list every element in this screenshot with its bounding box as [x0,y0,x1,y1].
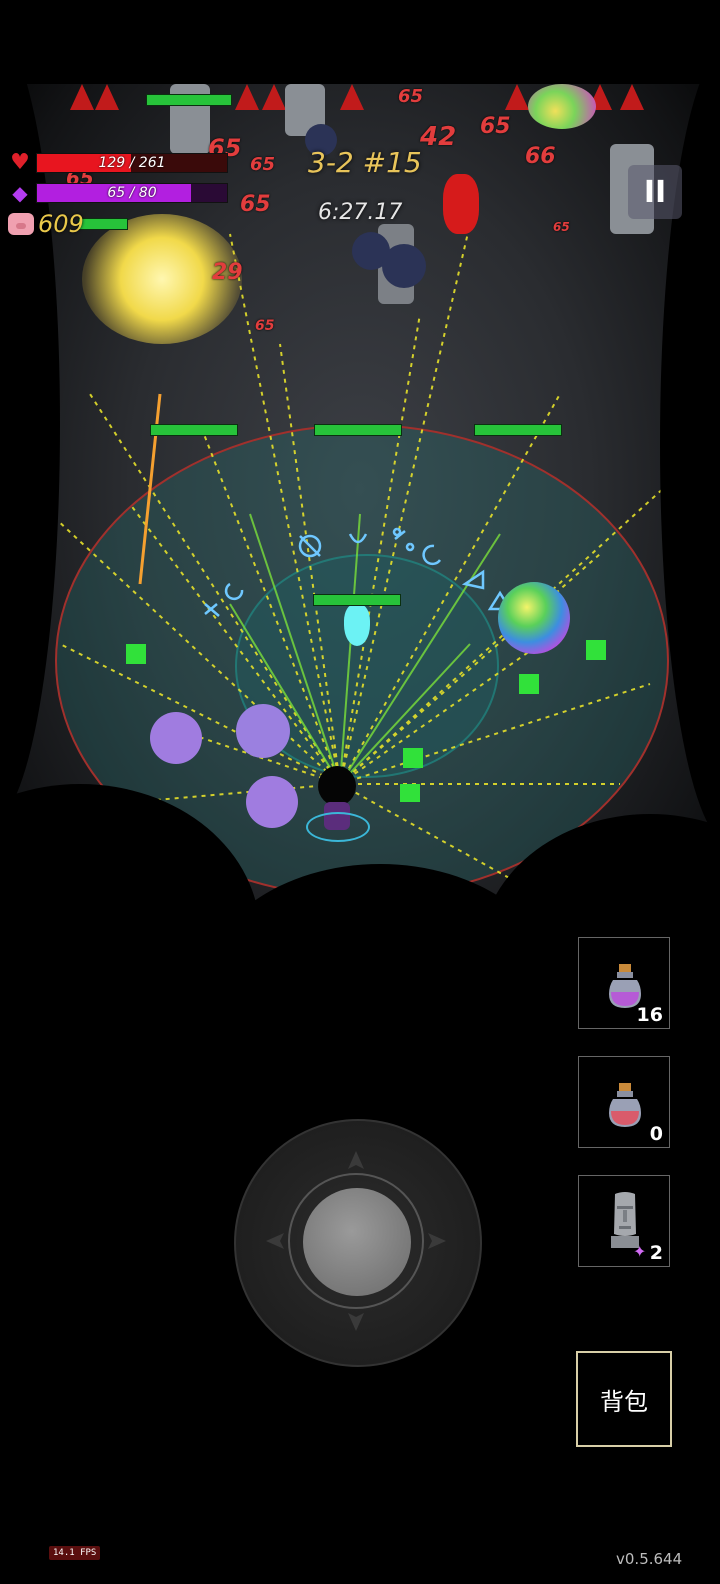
spider-turret [126,644,146,664]
piggy-bank-icon [8,213,34,235]
item-count: 16 [636,1004,663,1026]
heart-icon: ♥ [10,150,30,175]
mp-text: 65 / 80 [107,185,157,201]
crystal-turret [344,604,370,646]
enemy-hp-bar [314,424,402,436]
mana-potion-icon [609,964,641,1008]
purple-slime [150,712,202,764]
item-slot-health-potion[interactable]: 0 [578,1056,670,1148]
enemy-hp-bar [474,424,562,436]
hud: ♥ 129 / 261 ◆ 65 / 80 609 3-2 #15 6:27.1… [0,0,720,260]
hp-bar: 129 / 261 [36,153,228,173]
spider-turret [586,640,606,660]
mp-bar: 65 / 80 [36,183,228,203]
damage-number: 29 [212,260,243,285]
enemy-hp-bar [313,594,401,606]
fps-counter: 14.1 FPS [49,1546,101,1560]
mp-row: ◆ 65 / 80 [8,182,228,204]
spider-turret [400,784,420,802]
coin-row: 609 [8,210,84,238]
mana-gem-icon: ◆ [12,181,28,205]
item-slot-mana-potion[interactable]: 16 [578,937,670,1029]
player-character [306,766,370,842]
game-timer: 6:27.17 [318,200,403,225]
spider-turret [519,674,539,694]
inventory-bag-button[interactable]: 背包 [576,1351,672,1447]
item-count: 2 [649,1242,663,1264]
damage-number: 65 [255,318,275,334]
item-slot-moai-statue[interactable]: ✦ 2 [578,1175,670,1267]
pause-button[interactable]: II [628,165,682,219]
stage-label: 3-2 #15 [308,146,422,179]
enemy-hp-bar [150,424,238,436]
health-potion-icon [609,1083,641,1127]
purple-slime [246,776,298,828]
version-label: v0.5.644 [616,1550,683,1568]
hp-row: ♥ 129 / 261 [8,152,228,174]
rainbow-orb [498,582,570,654]
purple-slime [236,704,290,758]
hp-text: 129 / 261 [98,155,166,171]
joystick-knob[interactable] [303,1188,411,1296]
coin-count: 609 [38,210,84,238]
purple-gem-icon: ✦ [633,1242,647,1261]
spider-turret [403,748,423,768]
item-count: 0 [649,1123,663,1145]
